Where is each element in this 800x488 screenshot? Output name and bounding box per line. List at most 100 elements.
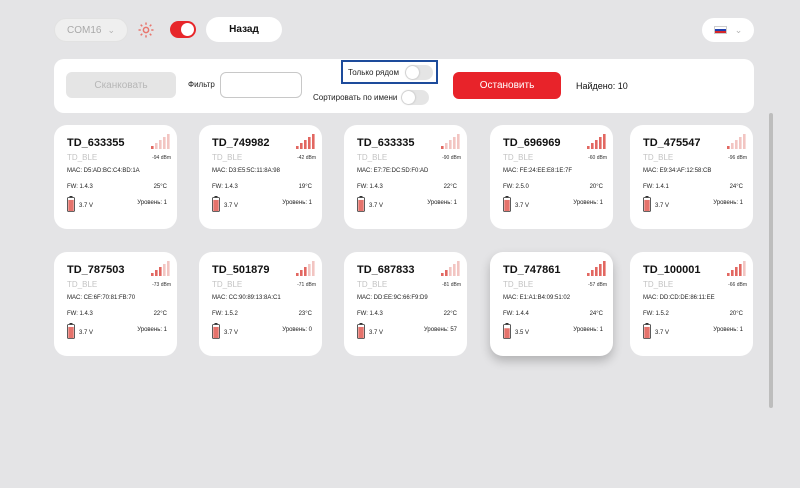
voltage: 3.7 V [369,330,384,336]
mac-address: MAC: CE:6F:70:81:FB:70 [67,295,136,301]
stop-button[interactable]: Остановить [453,72,561,99]
level: Уровень: 1 [282,200,312,206]
level: Уровень: 1 [137,327,167,333]
device-type: TD_BLE [357,153,388,162]
language-select[interactable]: ⌄ [702,18,754,42]
firmware-version: FW: 1.4.1 [643,184,669,190]
scrollbar[interactable] [769,113,773,408]
temperature: 25°C [153,184,167,190]
voltage: 3.7 V [79,203,94,209]
voltage: 3.7 V [224,330,239,336]
mac-address: MAC: DD:EE:9C:66:F9:D9 [357,295,428,301]
temperature: 22°C [153,311,167,317]
temperature: 24°C [729,184,743,190]
signal-bar [163,137,166,149]
sort-by-name-option: Сортировать по имени [313,90,430,105]
signal-bar [727,273,730,276]
firmware-version: FW: 1.5.2 [643,311,669,317]
signal-bar [599,137,602,149]
mac-address: MAC: DD:CD:DE:86:11:EE [643,295,715,301]
only-nearby-label: Только рядом [348,67,399,77]
gear-icon[interactable] [137,21,155,39]
signal-bar [312,134,315,149]
device-type: TD_BLE [503,153,534,162]
rssi-value: -57 dBm [588,282,607,288]
battery-icon [503,196,511,212]
connection-toggle[interactable] [170,21,196,38]
level: Уровень: 0 [282,327,312,333]
signal-bar [159,140,162,149]
signal-bar [449,267,452,276]
signal-bar [167,134,170,149]
signal-bar [603,261,606,276]
battery-fill [504,199,510,211]
signal-bar [739,264,742,276]
temperature: 24°C [589,311,603,317]
temperature: 23°C [298,311,312,317]
toggle-knob [402,91,416,104]
mac-address: MAC: D5:AD:BC:C4:BD:1A [67,168,140,174]
signal-strength-icon [441,134,460,149]
signal-bar [296,273,299,276]
signal-bar [595,267,598,276]
device-card[interactable]: TD_749982 TD_BLE -42 dBm MAC: D3:E5:5C:11:8… [199,125,322,229]
rssi-value: -73 dBm [152,282,171,288]
sort-by-name-toggle[interactable] [401,90,430,105]
signal-bar [445,270,448,276]
firmware-version: FW: 1.4.3 [212,184,238,190]
device-card[interactable]: TD_475547 TD_BLE -96 dBm MAC: E9:34:AF:12:5… [630,125,753,229]
filter-label: Фильтр [188,80,215,89]
voltage: 3.5 V [515,330,530,336]
device-card[interactable]: TD_687833 TD_BLE -81 dBm MAC: DD:EE:9C:66:F… [344,252,467,356]
device-card[interactable]: TD_696969 TD_BLE -60 dBm MAC: FE:24:EE:E8:1… [490,125,613,229]
voltage: 3.7 V [655,203,670,209]
rssi-value: -81 dBm [442,282,461,288]
temperature: 20°C [729,311,743,317]
level: Уровень: 1 [713,327,743,333]
signal-bar [300,270,303,276]
level: Уровень: 57 [423,327,457,333]
battery-icon [503,323,511,339]
temperature: 19°C [298,184,312,190]
device-name: TD_696969 [503,137,561,149]
signal-bar [731,143,734,149]
back-button[interactable]: Назад [206,17,282,42]
firmware-version: FW: 1.4.3 [357,184,383,190]
device-name: TD_787503 [67,264,125,276]
chevron-down-icon: ⌄ [734,24,743,35]
device-type: TD_BLE [643,280,674,289]
device-card[interactable]: TD_747861 TD_BLE -57 dBm MAC: E1:A1:B4:09:5… [490,252,613,356]
rssi-value: -71 dBm [297,282,316,288]
signal-strength-icon [727,134,746,149]
scan-button[interactable]: Сканковать [66,72,176,98]
signal-bar [304,267,307,276]
device-type: TD_BLE [212,280,243,289]
device-card[interactable]: TD_633335 TD_BLE -90 dBm MAC: E7:7E:DC:5D:F… [344,125,467,229]
filter-input[interactable] [220,72,302,98]
level: Уровень: 1 [573,200,603,206]
rssi-value: -42 dBm [297,155,316,161]
firmware-version: FW: 1.5.2 [212,311,238,317]
signal-bar [296,146,299,149]
signal-bar [312,261,315,276]
found-count: Найдено: 10 [576,81,628,91]
voltage: 3.7 V [224,203,239,209]
device-card[interactable]: TD_100001 TD_BLE -66 dBm MAC: DD:CD:DE:86:1… [630,252,753,356]
toggle-knob [405,65,419,79]
port-select[interactable]: COM16 ⌄ [54,18,128,42]
firmware-version: FW: 1.4.4 [503,311,529,317]
signal-strength-icon [587,134,606,149]
level: Уровень: 1 [573,327,603,333]
mac-address: MAC: FE:24:EE:E8:1E:7F [503,168,573,174]
voltage: 3.7 V [515,203,530,209]
mac-address: MAC: E7:7E:DC:5D:F0:AD [357,168,429,174]
signal-bar [739,137,742,149]
signal-bar [599,264,602,276]
only-nearby-toggle[interactable] [404,64,433,80]
device-card[interactable]: TD_633355 TD_BLE -94 dBm MAC: D5:AD:BC:C4:B… [54,125,177,229]
battery-icon [212,323,220,339]
device-card[interactable]: TD_501879 TD_BLE -71 dBm MAC: CC:90:89:13:8… [199,252,322,356]
firmware-version: FW: 2.5.0 [503,184,529,190]
signal-bar [457,261,460,276]
device-card[interactable]: TD_787503 TD_BLE -73 dBm MAC: CE:6F:70:81:F… [54,252,177,356]
